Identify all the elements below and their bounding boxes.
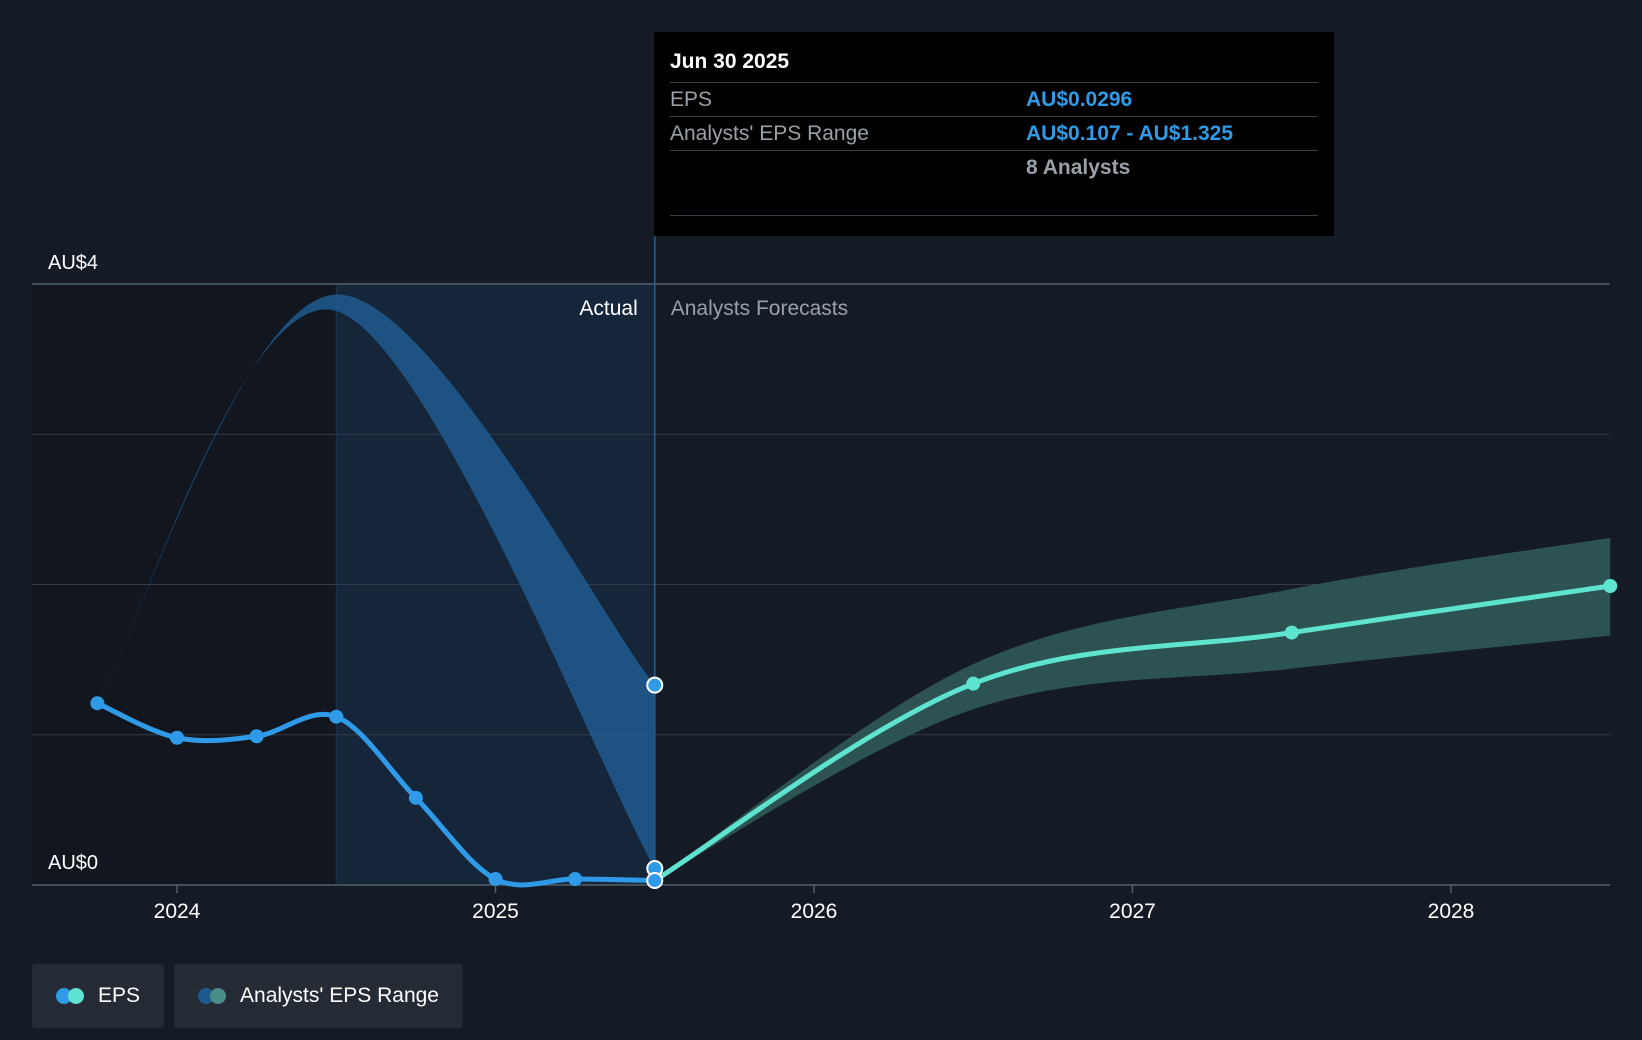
eps-point-forecast-2 xyxy=(1284,625,1299,640)
x-tick-label-2025: 2025 xyxy=(472,900,519,923)
eps-point-actual-3 xyxy=(329,709,344,724)
tooltip-range-value: AU$0.107 - AU$1.325 xyxy=(1026,122,1234,145)
tooltip-eps-label: EPS xyxy=(670,88,713,111)
x-tick-label-2024: 2024 xyxy=(154,900,201,923)
tooltip-analysts-count: 8 Analysts xyxy=(670,151,1318,216)
tooltip-eps-value: AU$0.0296 xyxy=(1026,88,1133,111)
legend-item-eps-range[interactable]: Analysts' EPS Range xyxy=(174,964,463,1028)
tooltip-date: Jun 30 2025 xyxy=(670,48,1318,83)
eps-point-actual-4 xyxy=(408,790,423,805)
y-axis-label-bottom: AU$0 xyxy=(48,852,98,874)
eps-point-forecast-3 xyxy=(1603,579,1618,594)
forecast-region-label: Analysts Forecasts xyxy=(671,297,848,320)
eps-point-actual-0 xyxy=(90,696,105,711)
x-tick-label-2026: 2026 xyxy=(791,900,838,923)
tooltip: Jun 30 2025 EPS AU$0.0296 Analysts' EPS … xyxy=(654,32,1334,236)
tooltip-eps-row: EPS AU$0.0296 xyxy=(670,83,1318,117)
legend: EPS Analysts' EPS Range xyxy=(32,964,463,1028)
y-axis-label-top: AU$4 xyxy=(48,252,98,274)
eps-point-actual-2 xyxy=(249,729,264,744)
eps-point-actual-5 xyxy=(488,871,503,886)
eps-range-legend-icon xyxy=(198,988,228,1004)
range-band-forecast xyxy=(654,537,1611,881)
eps-marker xyxy=(646,871,664,889)
eps-point-forecast-1 xyxy=(966,676,981,691)
eps-legend-icon xyxy=(56,988,86,1004)
actual-region-label: Actual xyxy=(579,297,637,320)
legend-eps-label: EPS xyxy=(98,984,141,1007)
range-high-marker xyxy=(646,676,664,694)
legend-item-eps[interactable]: EPS xyxy=(32,964,165,1028)
eps-point-actual-1 xyxy=(170,730,184,745)
tooltip-range-row: Analysts' EPS Range AU$0.107 - AU$1.325 xyxy=(670,117,1318,151)
eps-point-actual-6 xyxy=(568,871,583,886)
x-tick-label-2027: 2027 xyxy=(1109,900,1156,923)
legend-range-label: Analysts' EPS Range xyxy=(240,984,439,1007)
x-tick-label-2028: 2028 xyxy=(1428,900,1475,923)
tooltip-range-label: Analysts' EPS Range xyxy=(670,122,869,145)
